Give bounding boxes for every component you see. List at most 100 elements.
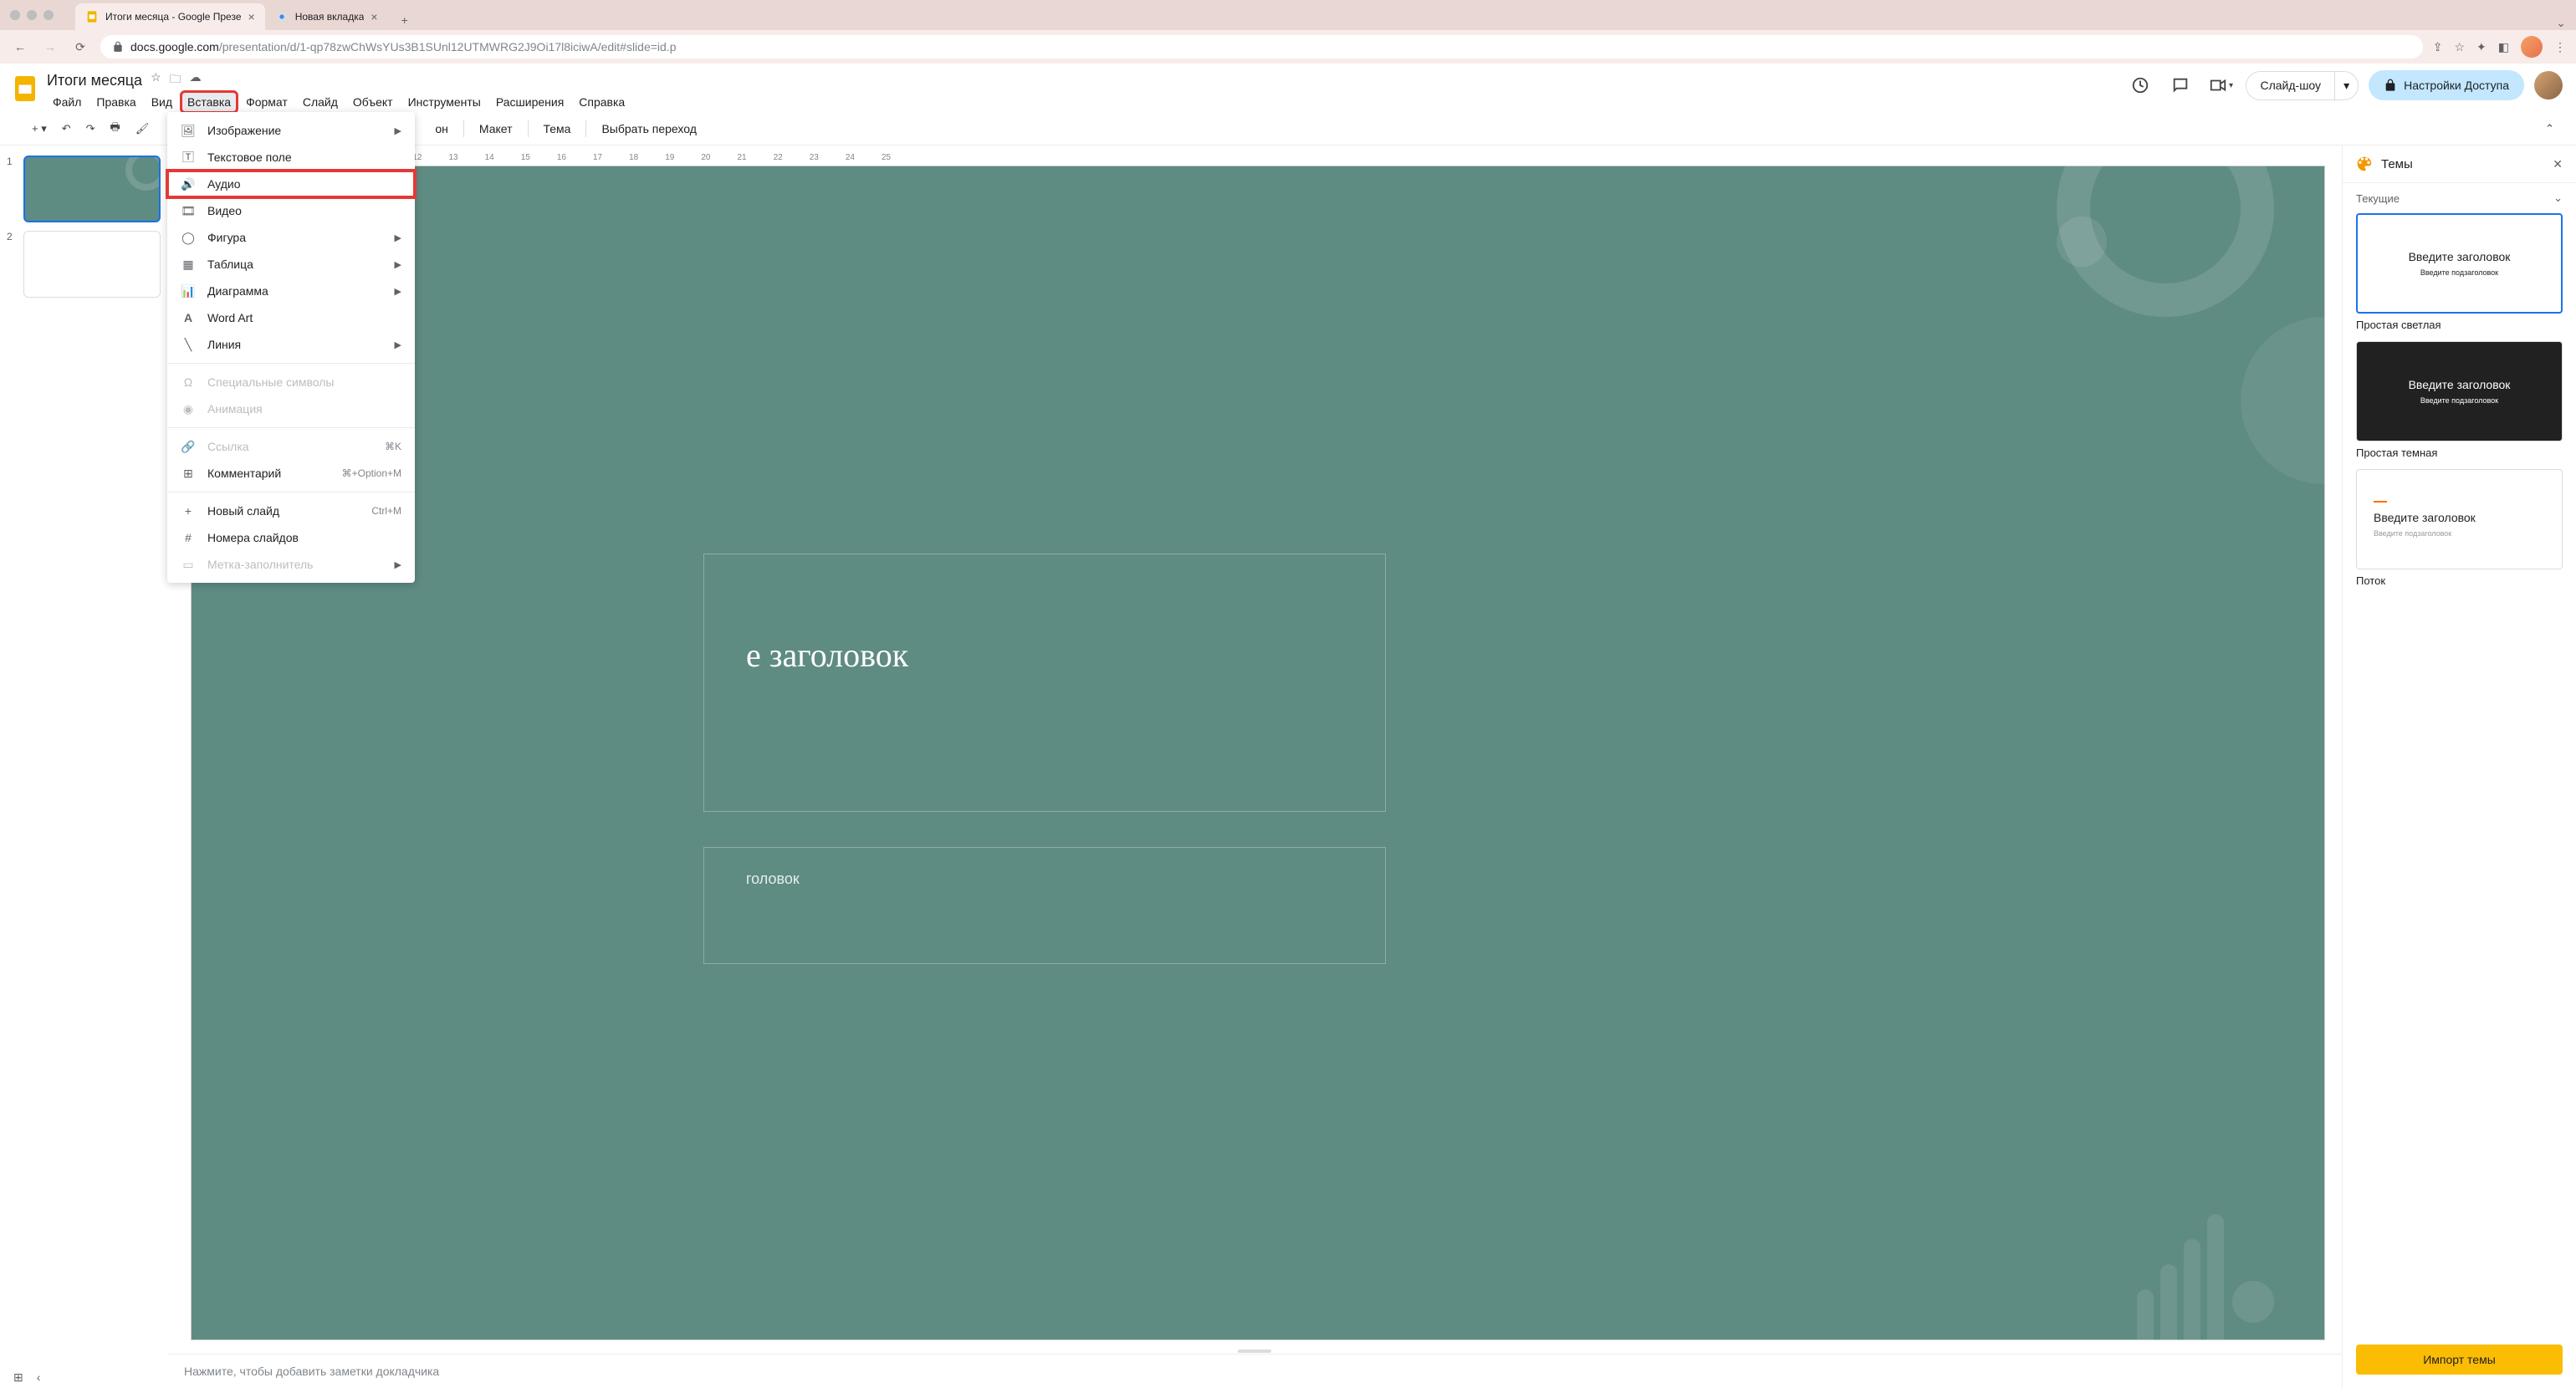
insert-new-slide[interactable]: + Новый слайд Ctrl+M <box>167 498 415 524</box>
browser-tabs: Итоги месяца - Google Презе × Новая вкла… <box>0 0 2576 30</box>
slide-thumbnail-2[interactable] <box>23 231 161 298</box>
comment-icon <box>2171 76 2190 94</box>
layout-button[interactable]: Макет <box>471 117 521 140</box>
menu-tools[interactable]: Инструменты <box>402 92 487 112</box>
menu-view[interactable]: Вид <box>146 92 178 112</box>
back-button[interactable]: ← <box>10 37 30 57</box>
bookmark-icon[interactable]: ☆ <box>2454 40 2465 54</box>
history-icon <box>2131 76 2149 94</box>
menu-format[interactable]: Формат <box>240 92 294 112</box>
redo-button[interactable]: ↷ <box>79 117 102 140</box>
hash-icon: # <box>181 530 196 545</box>
collapse-panel-button[interactable]: ‹ <box>37 1370 41 1385</box>
transition-button[interactable]: Выбрать переход <box>593 117 704 140</box>
textbox-icon: 🅃 <box>181 150 196 165</box>
url-bar: ← → ⟳ docs.google.com/presentation/d/1-q… <box>0 30 2576 64</box>
share-button[interactable]: Настройки Доступа <box>2369 70 2524 100</box>
browser-tab-new[interactable]: Новая вкладка × <box>265 3 388 30</box>
speaker-notes[interactable]: Нажмите, чтобы добавить заметки докладчи… <box>167 1354 2342 1388</box>
menu-object[interactable]: Объект <box>347 92 399 112</box>
profile-avatar[interactable] <box>2521 36 2543 58</box>
plus-icon: + <box>181 503 196 518</box>
comments-button[interactable] <box>2165 70 2195 100</box>
undo-button[interactable]: ↶ <box>55 117 78 140</box>
reload-button[interactable]: ⟳ <box>70 37 90 57</box>
insert-video[interactable]: 🎞 Видео <box>167 197 415 224</box>
tabs-overflow-button[interactable]: ⌄ <box>2556 16 2566 30</box>
close-icon[interactable]: ✕ <box>2553 157 2563 171</box>
forward-button[interactable]: → <box>40 37 60 57</box>
animation-icon: ◉ <box>181 401 196 416</box>
sidepanel-icon[interactable]: ◧ <box>2498 40 2509 54</box>
document-title[interactable]: Итоги месяца <box>47 72 142 89</box>
paint-format-button[interactable]: 🖌 <box>129 117 156 140</box>
themes-section-current[interactable]: Текущие ⌄ <box>2343 183 2576 213</box>
separator <box>463 120 464 137</box>
url-text: docs.google.com/presentation/d/1-qp78zwC… <box>130 40 676 54</box>
insert-comment[interactable]: ⊞ Комментарий ⌘+Option+M <box>167 460 415 487</box>
title-placeholder[interactable]: е заголовок <box>746 635 908 675</box>
line-icon: ╲ <box>181 337 196 352</box>
star-icon[interactable]: ☆ <box>151 70 161 90</box>
subtitle-placeholder[interactable]: головок <box>746 870 800 888</box>
theme-simple-light[interactable]: Введите заголовок Введите подзаголовок <box>2356 213 2563 314</box>
insert-chart[interactable]: 📊 Диаграмма ▶ <box>167 278 415 304</box>
menu-help[interactable]: Справка <box>573 92 631 112</box>
lock-icon <box>112 41 124 53</box>
insert-table[interactable]: ▦ Таблица ▶ <box>167 251 415 278</box>
slideshow-dropdown[interactable]: ▾ <box>2334 72 2358 100</box>
theme-button[interactable]: Тема <box>535 117 580 140</box>
theme-simple-dark[interactable]: Введите заголовок Введите подзаголовок <box>2356 341 2563 441</box>
history-button[interactable] <box>2125 70 2155 100</box>
slides-logo-icon[interactable] <box>10 74 40 104</box>
traffic-close[interactable] <box>10 10 20 20</box>
comment-icon: ⊞ <box>181 466 196 481</box>
traffic-minimize[interactable] <box>27 10 37 20</box>
theme-flow[interactable]: Введите заголовок Введите подзаголовок <box>2356 469 2563 569</box>
new-tab-button[interactable]: + <box>395 10 415 30</box>
themes-list: Введите заголовок Введите подзаголовок П… <box>2343 213 2576 1336</box>
slide-thumbnail-1[interactable] <box>23 156 161 222</box>
url-field[interactable]: docs.google.com/presentation/d/1-qp78zwC… <box>100 35 2423 59</box>
meet-button[interactable]: ▾ <box>2205 70 2236 100</box>
insert-audio[interactable]: 🔊 Аудио <box>167 171 415 197</box>
menu-bar: Файл Правка Вид Вставка Формат Слайд Объ… <box>47 92 631 112</box>
menu-file[interactable]: Файл <box>47 92 87 112</box>
account-avatar[interactable] <box>2534 71 2563 100</box>
menu-edit[interactable]: Правка <box>90 92 141 112</box>
slide-panel: 1 2 <box>0 145 167 1388</box>
print-button[interactable]: 🖶 <box>104 115 127 143</box>
share-icon[interactable]: ⇪ <box>2433 40 2443 54</box>
separator <box>167 427 415 428</box>
move-icon[interactable]: 🗀 <box>170 70 181 90</box>
chevron-right-icon: ▶ <box>395 125 401 136</box>
menu-extensions[interactable]: Расширения <box>490 92 570 112</box>
menu-slide[interactable]: Слайд <box>297 92 344 112</box>
traffic-maximize[interactable] <box>43 10 54 20</box>
app-header: Итоги месяца ☆ 🗀 ☁ Файл Правка Вид Встав… <box>0 64 2576 112</box>
browser-tab-slides[interactable]: Итоги месяца - Google Презе × <box>75 3 265 30</box>
slide-canvas[interactable]: е заголовок головок <box>191 166 2325 1340</box>
background-button[interactable]: он <box>427 117 457 140</box>
menu-icon[interactable]: ⋮ <box>2554 40 2566 54</box>
slideshow-main[interactable]: Слайд-шоу <box>2246 72 2334 99</box>
close-icon[interactable]: × <box>248 10 255 23</box>
main-area: 1 2 567891011121314151617181920212223242… <box>0 145 2576 1388</box>
insert-textbox[interactable]: 🅃 Текстовое поле <box>167 144 415 171</box>
close-icon[interactable]: × <box>371 10 377 23</box>
insert-image[interactable]: 🖼 Изображение ▶ <box>167 117 415 144</box>
browser-chrome: Итоги месяца - Google Презе × Новая вкла… <box>0 0 2576 64</box>
explore-button[interactable]: ⊞ <box>13 1370 23 1385</box>
menu-insert[interactable]: Вставка <box>181 92 237 112</box>
import-theme-button[interactable]: Импорт темы <box>2356 1345 2563 1375</box>
insert-wordart[interactable]: A Word Art <box>167 304 415 331</box>
insert-slide-numbers[interactable]: # Номера слайдов <box>167 524 415 551</box>
extensions-icon[interactable]: ✦ <box>2476 40 2487 54</box>
placeholder-icon: ▭ <box>181 557 196 572</box>
cloud-icon[interactable]: ☁ <box>190 70 202 90</box>
insert-line[interactable]: ╲ Линия ▶ <box>167 331 415 358</box>
new-slide-button[interactable]: + ▾ <box>25 117 54 140</box>
insert-shape[interactable]: ◯ Фигура ▶ <box>167 224 415 251</box>
separator <box>585 120 586 137</box>
collapse-toolbar-button[interactable]: ⌃ <box>2537 117 2563 140</box>
